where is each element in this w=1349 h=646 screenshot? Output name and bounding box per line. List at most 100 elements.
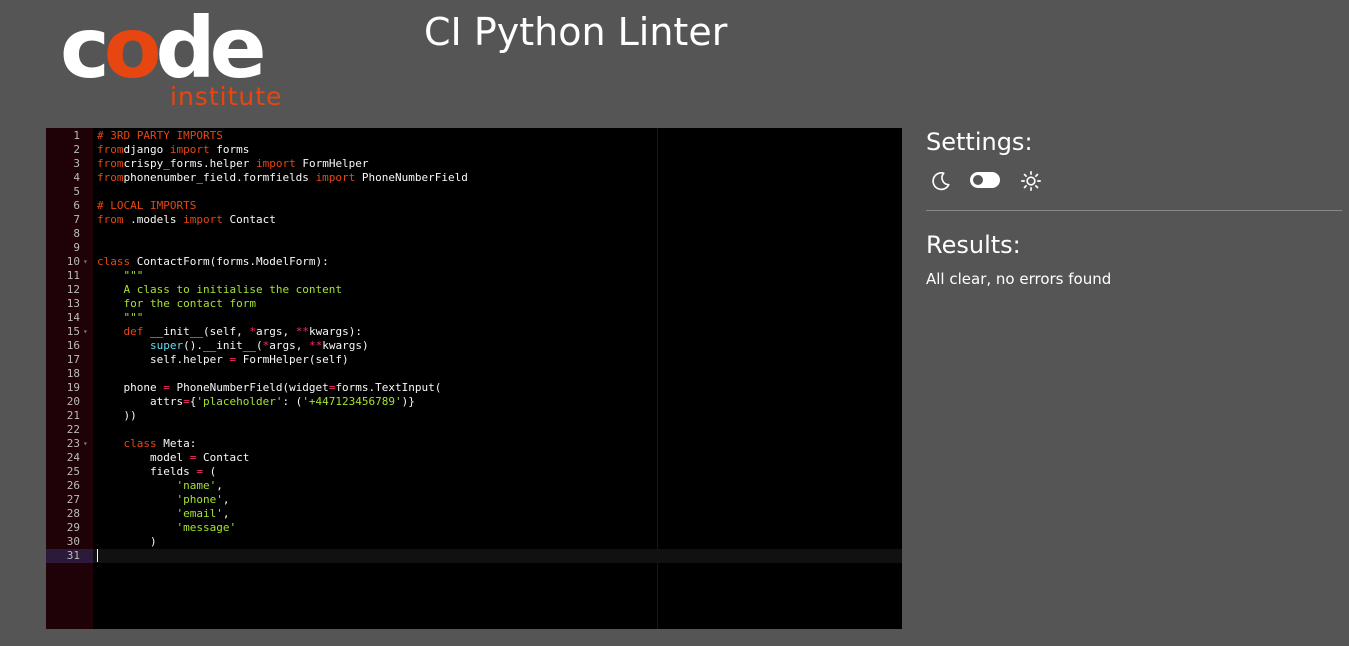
fold-arrow-icon[interactable]: ▾ [83, 325, 91, 339]
theme-toggle[interactable] [970, 172, 1000, 188]
line-number: 29 [66, 521, 80, 534]
code-token: import [169, 143, 210, 156]
code-line[interactable]: 19 phone = PhoneNumberField(widget=forms… [46, 381, 902, 395]
code-line[interactable]: 4 fromphonenumber_field.formfields import… [46, 171, 902, 185]
code-token: model [97, 451, 190, 464]
code-token: FormHelper [295, 157, 369, 170]
code-token: PhoneNumberField(widget [169, 381, 329, 394]
code-token: FormHelper(self) [236, 353, 349, 366]
code-line[interactable]: 25 fields = ( [46, 465, 902, 479]
code-token: """ [123, 311, 144, 324]
code-token: forms.TextInput( [335, 381, 442, 394]
code-token: ().__init__( [183, 339, 263, 352]
code-line[interactable]: 29 'message' [46, 521, 902, 535]
code-text: """ [97, 269, 144, 283]
code-token: : ( [282, 395, 303, 408]
code-token: )) [97, 409, 137, 422]
code-token: kwargs): [308, 325, 362, 338]
code-line[interactable]: 15 ▾ def __init__(self, *args, **kwargs): [46, 325, 902, 339]
code-token: def [123, 325, 144, 338]
code-line[interactable]: 7 from .models import Contact [46, 213, 902, 227]
code-line[interactable]: 3 fromcrispy_forms.helper import FormHelp… [46, 157, 902, 171]
line-number: 17 [66, 353, 80, 366]
code-line[interactable]: 21 )) [46, 409, 902, 423]
theme-settings [930, 170, 1050, 192]
code-text: fromphonenumber_field.formfields import … [97, 171, 468, 185]
code-text: for the contact form [97, 297, 256, 311]
code-token: = [163, 381, 170, 394]
code-token: from [97, 213, 124, 226]
code-line[interactable]: 6 # LOCAL IMPORTS [46, 199, 902, 213]
code-token: forms [209, 143, 250, 156]
line-number: 26 [66, 479, 80, 492]
code-token: Contact [222, 213, 276, 226]
code-line[interactable]: 22 [46, 423, 902, 437]
results-message: All clear, no errors found [926, 270, 1112, 288]
logo-subtitle: institute [170, 82, 283, 111]
code-line[interactable]: 27 'phone', [46, 493, 902, 507]
code-line[interactable]: 24 model = Contact [46, 451, 902, 465]
code-text: """ [97, 311, 144, 325]
code-text: model = Contact [97, 451, 249, 465]
line-number: 4 [73, 171, 80, 184]
code-token: = [196, 465, 203, 478]
line-number: 11 [66, 269, 80, 282]
code-line[interactable]: 13 for the contact form [46, 297, 902, 311]
line-number: 31 [46, 549, 93, 563]
code-line[interactable]: 18 [46, 367, 902, 381]
code-line[interactable]: 16 super().__init__(*args, **kwargs) [46, 339, 902, 353]
code-token: , [222, 493, 230, 506]
sun-icon [1021, 171, 1041, 191]
line-number: 7 [73, 213, 80, 226]
code-line[interactable]: 30 ) [46, 535, 902, 549]
code-line[interactable]: 5 [46, 185, 902, 199]
fold-arrow-icon[interactable]: ▾ [83, 255, 91, 269]
code-token: fields [97, 465, 197, 478]
code-token: crispy_forms.helper [123, 157, 256, 170]
code-line[interactable]: 31 [46, 549, 902, 563]
code-line[interactable]: 12 A class to initialise the content [46, 283, 902, 297]
line-number: 21 [66, 409, 80, 422]
line-number: 28 [66, 507, 80, 520]
line-number: 25 [66, 465, 80, 478]
code-token: 'phone' [176, 493, 223, 506]
code-lines[interactable]: 1 # 3RD PARTY IMPORTS 2 fromdjango import f… [46, 129, 902, 563]
code-token: = [183, 395, 190, 408]
code-line[interactable]: 2 fromdjango import forms [46, 143, 902, 157]
code-token: from [97, 157, 124, 170]
code-token: phone [97, 381, 164, 394]
code-line[interactable]: 10 ▾ class ContactForm(forms.ModelForm): [46, 255, 902, 269]
code-text: fields = ( [97, 465, 216, 479]
code-token: 'name' [176, 479, 217, 492]
code-token: .models [123, 213, 184, 226]
code-line[interactable]: 9 [46, 241, 902, 255]
code-line[interactable]: 28 'email', [46, 507, 902, 521]
code-token: __init__(self, [143, 325, 250, 338]
code-token: # LOCAL IMPORTS [97, 199, 197, 212]
line-number: 3 [73, 157, 80, 170]
code-line[interactable]: 11 """ [46, 269, 902, 283]
line-number: 22 [66, 423, 80, 436]
code-line[interactable]: 23 ▾ class Meta: [46, 437, 902, 451]
code-line[interactable]: 26 'name', [46, 479, 902, 493]
code-token: for the contact form [123, 297, 256, 310]
code-token: from [97, 171, 124, 184]
line-number: 12 [66, 283, 80, 296]
code-line[interactable]: 1 # 3RD PARTY IMPORTS [46, 129, 902, 143]
code-text: from .models import Contact [97, 213, 276, 227]
fold-arrow-icon[interactable]: ▾ [83, 437, 91, 451]
code-text: 'phone', [97, 493, 229, 507]
code-line[interactable]: 17 self.helper = FormHelper(self) [46, 353, 902, 367]
code-line[interactable]: 20 attrs={'placeholder': ('+447123456789… [46, 395, 902, 409]
code-line[interactable]: 14 """ [46, 311, 902, 325]
line-number: 18 [66, 367, 80, 380]
line-number: 19 [66, 381, 80, 394]
code-editor[interactable]: 1 # 3RD PARTY IMPORTS 2 fromdjango import f… [46, 128, 902, 629]
code-line[interactable]: 8 [46, 227, 902, 241]
code-token: from [97, 143, 124, 156]
